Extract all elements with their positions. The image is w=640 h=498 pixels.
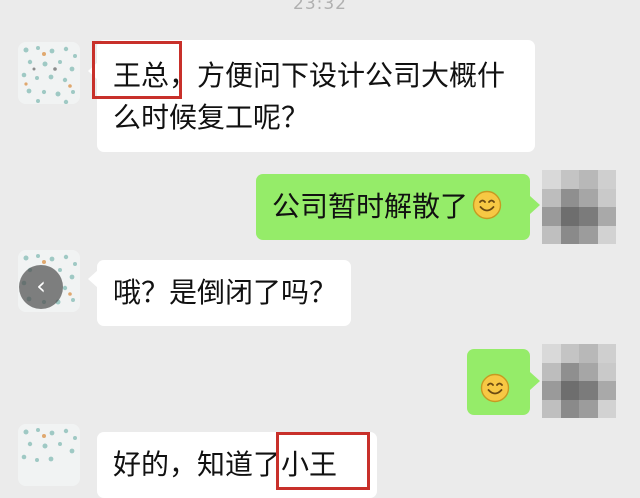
message-bubble-outgoing[interactable]: 公司暂时解散了 bbox=[256, 174, 530, 240]
message-text-line: 么时候复工呢？ bbox=[113, 101, 310, 134]
message-text: 公司暂时解散了 bbox=[272, 190, 469, 223]
message-bubble-incoming[interactable]: 好的，知道了小王 bbox=[97, 432, 377, 498]
smile-emoji-icon bbox=[480, 373, 510, 403]
self-avatar[interactable] bbox=[542, 344, 616, 418]
self-avatar[interactable] bbox=[542, 170, 616, 244]
message-bubble-incoming[interactable]: 哦？是倒闭了吗？ bbox=[97, 260, 351, 326]
message-bubble-outgoing[interactable] bbox=[467, 349, 530, 415]
bubble-tail bbox=[530, 196, 540, 214]
chevron-left-icon: ‹ bbox=[36, 272, 46, 300]
back-button[interactable]: ‹ bbox=[19, 265, 63, 309]
message-text: 哦？是倒闭了吗？ bbox=[113, 276, 338, 309]
bubble-tail bbox=[530, 372, 540, 390]
smile-emoji-icon bbox=[472, 190, 502, 220]
contact-avatar[interactable] bbox=[18, 424, 80, 486]
message-text-line: 王总，方便问下设计公司大概什 bbox=[113, 59, 506, 92]
message-bubble-incoming[interactable]: 王总，方便问下设计公司大概什 么时候复工呢？ bbox=[97, 40, 535, 152]
chat-timestamp: 23:32 bbox=[293, 0, 347, 14]
contact-avatar[interactable] bbox=[18, 42, 80, 104]
message-text: 好的，知道了小王 bbox=[113, 448, 338, 481]
